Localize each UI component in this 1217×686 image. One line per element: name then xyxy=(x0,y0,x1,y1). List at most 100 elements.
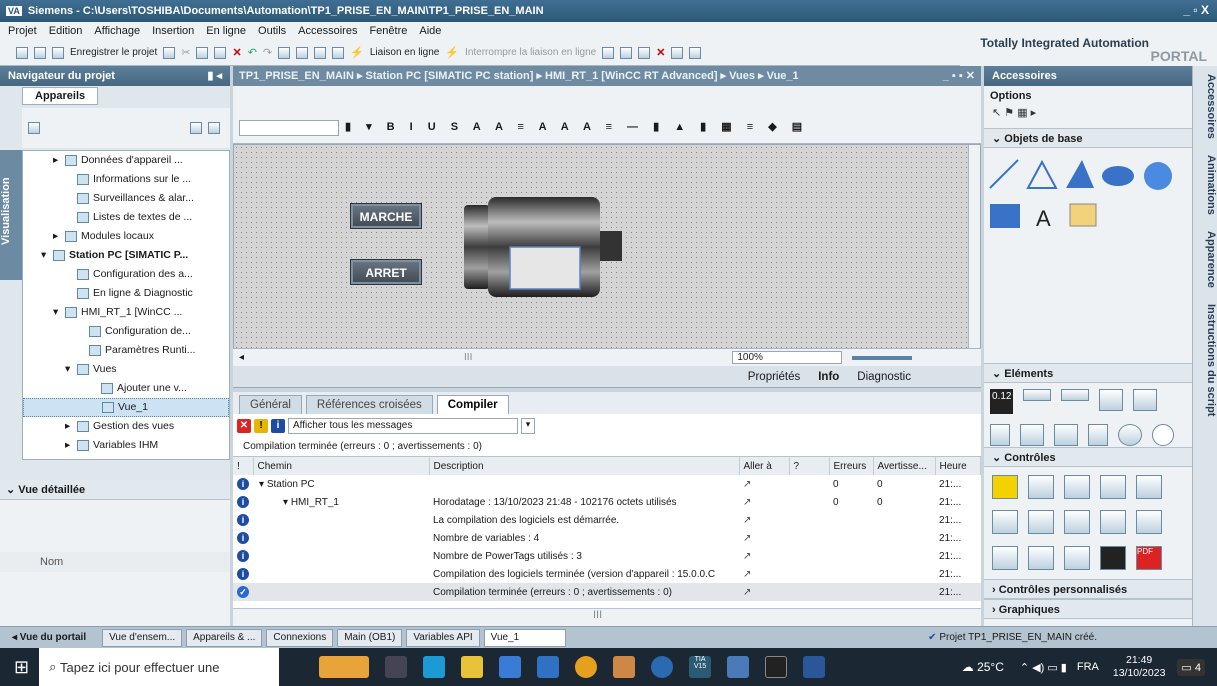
app-black-icon[interactable] xyxy=(765,656,788,678)
portal-tab-connexions[interactable]: Connexions xyxy=(266,628,334,647)
status-force-icon[interactable] xyxy=(1100,510,1126,535)
tree-item[interactable]: ▸ Données d'appareil ... xyxy=(23,151,229,170)
app-icon[interactable] xyxy=(613,656,636,678)
f-xy-view-icon[interactable] xyxy=(1064,510,1090,535)
web-browser-icon[interactable] xyxy=(1100,475,1126,499)
button-element-icon[interactable] xyxy=(1023,389,1052,401)
menu-edition[interactable]: Edition xyxy=(49,25,83,37)
goto-arrow-icon[interactable]: ↗ xyxy=(739,493,789,511)
section-controles[interactable]: ⌄ Contrôles xyxy=(984,447,1192,467)
marche-button[interactable]: MARCHE xyxy=(350,203,422,229)
windows-start-icon[interactable]: ⊞ xyxy=(14,657,29,678)
chrome-alt-icon[interactable] xyxy=(651,656,674,678)
clock[interactable]: 21:49 13/10/2023 xyxy=(1113,654,1166,680)
table-row[interactable]: i La compilation des logiciels est démar… xyxy=(233,511,981,529)
edge-icon[interactable] xyxy=(423,656,446,678)
download-icon[interactable] xyxy=(296,46,309,59)
slider-icon[interactable] xyxy=(1088,424,1108,446)
goto-arrow-icon[interactable]: ↗ xyxy=(739,511,789,529)
menu-outils[interactable]: Outils xyxy=(258,25,286,37)
system-tray-icons[interactable]: ⌃ ◀) ▭ ▮ xyxy=(1020,661,1067,674)
table-row[interactable]: i Compilation des logiciels terminée (ve… xyxy=(233,565,981,583)
col-erreurs[interactable]: Erreurs xyxy=(829,457,874,475)
text-format-buttons[interactable]: ▮ ▾ B I U S A A ≡ A A A ≡ — ▮ ▲ ▮ ▦ ≡ ◆ … xyxy=(345,120,965,136)
accessible-devices-icon[interactable] xyxy=(602,46,615,59)
user-view-icon[interactable] xyxy=(1064,475,1090,499)
col-description[interactable]: Description xyxy=(429,457,740,475)
menu-affichage[interactable]: Affichage xyxy=(94,25,140,37)
expand-arrow-icon[interactable]: ▾ xyxy=(65,360,73,379)
arret-button[interactable]: ARRET xyxy=(350,259,422,285)
connect-online-button[interactable]: Liaison en ligne xyxy=(370,47,440,58)
network-app-icon[interactable] xyxy=(727,656,750,678)
menu-projet[interactable]: Projet xyxy=(8,25,37,37)
table-row[interactable]: ✓ Compilation terminée (erreurs : 0 ; av… xyxy=(233,583,981,601)
bar-icon[interactable] xyxy=(990,424,1010,446)
menu-fenetre[interactable]: Fenêtre xyxy=(369,25,407,37)
graphic-io-icon[interactable] xyxy=(1099,389,1124,411)
tree-item[interactable]: Configuration de... xyxy=(23,322,229,341)
tree-item[interactable]: Surveillances & alar... xyxy=(23,189,229,208)
subtab-references[interactable]: Références croisées xyxy=(305,395,433,414)
date-time-field-icon[interactable] xyxy=(1133,389,1158,411)
col-chemin[interactable]: Chemin xyxy=(253,457,430,475)
connect-online-icon[interactable]: ⚡ xyxy=(350,46,364,59)
tab-diagnostic[interactable]: Diagnostic xyxy=(857,371,911,383)
collapse-arrow-icon[interactable]: ▸ xyxy=(65,436,73,455)
tree-item[interactable]: En ligne & Diagnostic xyxy=(23,284,229,303)
goto-arrow-icon[interactable]: ↗ xyxy=(739,583,789,601)
portal-view-button[interactable]: ◂ Vue du portail xyxy=(0,632,98,643)
zoom-slider[interactable] xyxy=(852,355,913,360)
close-editor-icon[interactable]: ✕ xyxy=(656,46,665,59)
sm-view-icon[interactable] xyxy=(1136,510,1162,535)
tree-item[interactable]: ▸ Variables IHM xyxy=(23,436,229,455)
project-icon[interactable] xyxy=(28,122,40,134)
cross-reference-icon[interactable] xyxy=(620,46,633,59)
window-controls[interactable]: _ ▫ X xyxy=(1183,3,1209,17)
info-filter-icon[interactable]: i xyxy=(271,419,285,433)
tree-item[interactable]: ▾ Vues xyxy=(23,360,229,379)
section-controles-perso[interactable]: › Contrôles personnalisés xyxy=(984,579,1192,599)
menu-en-ligne[interactable]: En ligne xyxy=(206,25,246,37)
media-player-icon[interactable] xyxy=(1028,510,1054,535)
weather-widget[interactable]: ☁ 25°C xyxy=(962,660,1004,674)
clock-icon[interactable] xyxy=(1152,424,1174,446)
section-elements[interactable]: ⌄ Eléments xyxy=(984,363,1192,383)
collapse-arrow-icon[interactable]: ▸ xyxy=(53,151,61,170)
file-explorer-icon[interactable] xyxy=(461,656,484,678)
camera-control-icon[interactable] xyxy=(1100,545,1126,570)
expand-arrow-icon[interactable]: ▾ xyxy=(53,303,61,322)
goto-arrow-icon[interactable]: ↗ xyxy=(739,529,789,547)
goto-arrow-icon[interactable]: ↗ xyxy=(739,475,789,493)
simulate-icon[interactable] xyxy=(332,46,345,59)
expand-arrow-icon[interactable]: ▾ xyxy=(41,246,49,265)
mail-icon[interactable] xyxy=(537,656,560,678)
sysdiag-view-icon[interactable] xyxy=(992,510,1018,535)
save-project-icon[interactable] xyxy=(52,46,64,59)
task-view-icon[interactable] xyxy=(385,656,408,678)
tree-item[interactable]: Connexions xyxy=(23,455,229,459)
symbolic-io-icon[interactable] xyxy=(1061,389,1090,401)
tia-portal-icon[interactable]: TIA V15 xyxy=(689,656,712,678)
tab-appareils[interactable]: Appareils xyxy=(22,87,99,105)
copy-icon[interactable] xyxy=(196,46,209,59)
html-browser-icon[interactable] xyxy=(992,545,1018,570)
chrome-icon[interactable] xyxy=(575,656,598,678)
subtab-compiler[interactable]: Compiler xyxy=(436,395,509,414)
sync-icon[interactable] xyxy=(208,122,220,134)
io-field-icon[interactable]: 0.12 xyxy=(990,389,1014,414)
collapse-navigator-icon[interactable]: ▮ ◂ xyxy=(207,66,222,86)
overview-icon[interactable] xyxy=(190,122,202,134)
canvas-hscroll[interactable]: III xyxy=(464,352,472,363)
menu-insertion[interactable]: Insertion xyxy=(152,25,194,37)
table-row[interactable]: i Nombre de PowerTags utilisés : 3 ↗ 21:..… xyxy=(233,547,981,565)
tree-item[interactable]: Listes de textes de ... xyxy=(23,208,229,227)
switch-icon[interactable] xyxy=(1020,424,1044,446)
menu-aide[interactable]: Aide xyxy=(419,25,441,37)
notifications-icon[interactable]: ▭ 4 xyxy=(1177,658,1205,676)
alarm-view-icon[interactable] xyxy=(992,475,1018,499)
trend-view-icon[interactable] xyxy=(1028,475,1054,499)
widgets-icon[interactable] xyxy=(319,656,370,678)
window-icon[interactable] xyxy=(689,46,702,59)
row-arrow[interactable]: ▾ xyxy=(283,497,288,508)
